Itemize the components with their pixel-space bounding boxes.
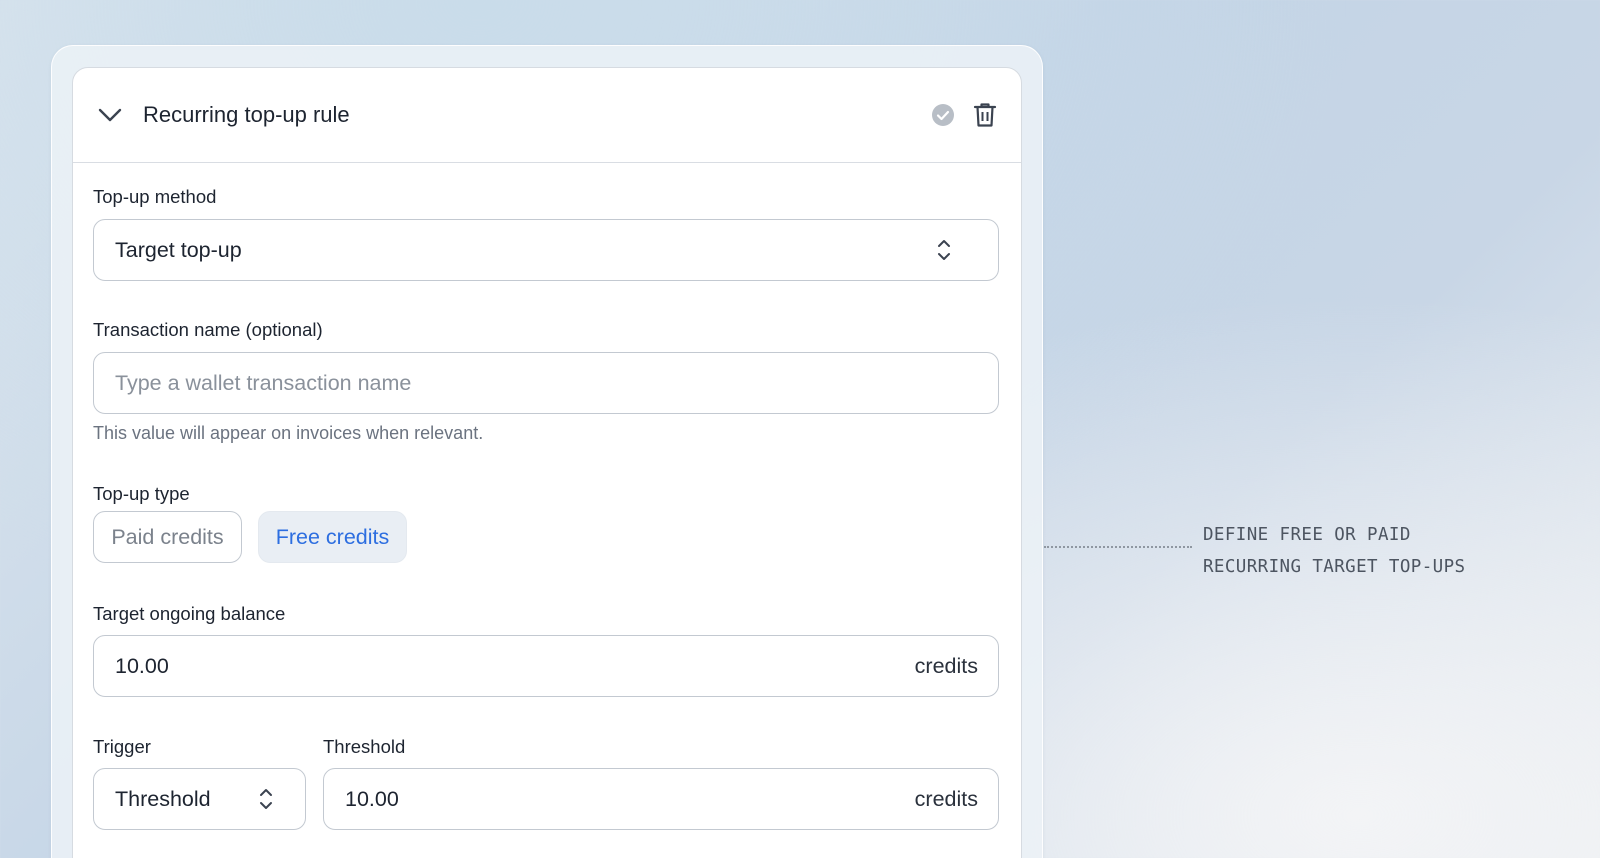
free-credits-option[interactable]: Free credits (258, 511, 407, 563)
topup-method-label: Top-up method (93, 186, 217, 207)
annotation-connector-line (1044, 546, 1192, 548)
target-balance-label: Target ongoing balance (93, 603, 286, 624)
target-balance-value: 10.00 (115, 654, 169, 678)
chevron-down-icon[interactable] (97, 102, 123, 128)
card-title: Recurring top-up rule (143, 102, 350, 127)
threshold-value: 10.00 (345, 787, 399, 811)
threshold-label: Threshold (323, 736, 406, 757)
annotation-callout: DEFINE FREE OR PAID RECURRING TARGET TOP… (1203, 519, 1465, 583)
transaction-name-label: Transaction name (optional) (93, 319, 323, 340)
transaction-name-input[interactable] (115, 369, 935, 397)
target-balance-unit: credits (914, 654, 978, 678)
topup-method-value: Target top-up (115, 238, 242, 262)
topup-rule-card: Recurring top-up rule Top-up method Targ… (72, 67, 1022, 858)
trash-icon[interactable] (973, 102, 997, 128)
topup-type-label: Top-up type (93, 483, 190, 504)
trigger-label: Trigger (93, 736, 151, 757)
target-balance-field[interactable]: 10.00 credits (93, 635, 999, 697)
threshold-field[interactable]: 10.00 credits (323, 768, 999, 830)
updown-chevron-icon (938, 240, 950, 260)
transaction-name-helper: This value will appear on invoices when … (93, 423, 484, 443)
check-circle-icon (932, 104, 954, 126)
trigger-select[interactable]: Threshold (93, 768, 306, 830)
card-header[interactable]: Recurring top-up rule (73, 68, 1021, 163)
annotation-line-2: RECURRING TARGET TOP-UPS (1203, 557, 1466, 577)
topup-method-select[interactable]: Target top-up (93, 219, 999, 281)
trigger-value: Threshold (115, 787, 211, 811)
transaction-name-field[interactable] (93, 352, 999, 414)
updown-chevron-icon (260, 789, 272, 809)
paid-credits-option[interactable]: Paid credits (93, 511, 242, 563)
annotation-line-1: DEFINE FREE OR PAID (1203, 525, 1411, 545)
threshold-unit: credits (914, 787, 978, 811)
